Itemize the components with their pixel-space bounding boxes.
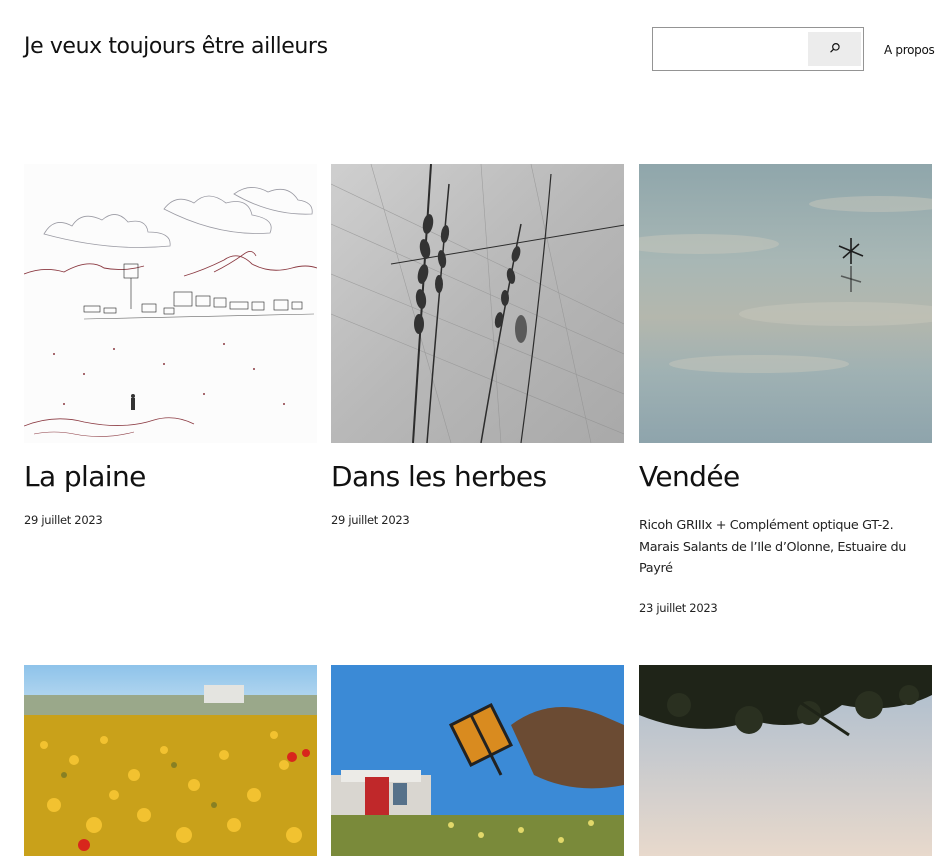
post-image[interactable]	[639, 164, 932, 443]
post-date: 23 juillet 2023	[639, 601, 718, 615]
post-image[interactable]	[24, 665, 317, 856]
post-title[interactable]: Vendée	[639, 460, 740, 493]
post-title[interactable]: La plaine	[24, 460, 146, 493]
post-title[interactable]: Dans les herbes	[331, 460, 547, 493]
search-button[interactable]	[808, 32, 861, 66]
search-icon	[828, 41, 842, 58]
search-form	[652, 27, 864, 71]
search-input[interactable]	[657, 32, 803, 66]
post-excerpt: Ricoh GRIIIx + Complément optique GT-2. …	[639, 518, 907, 576]
post-image[interactable]	[331, 665, 624, 856]
post-date: 29 juillet 2023	[24, 513, 103, 527]
post-image[interactable]	[331, 164, 624, 443]
site-title[interactable]: Je veux toujours être ailleurs	[24, 34, 328, 59]
post-image[interactable]	[24, 164, 317, 443]
post-image[interactable]	[639, 665, 932, 856]
post-date: 29 juillet 2023	[331, 513, 410, 527]
nav-link-about[interactable]: A propos	[884, 43, 935, 57]
